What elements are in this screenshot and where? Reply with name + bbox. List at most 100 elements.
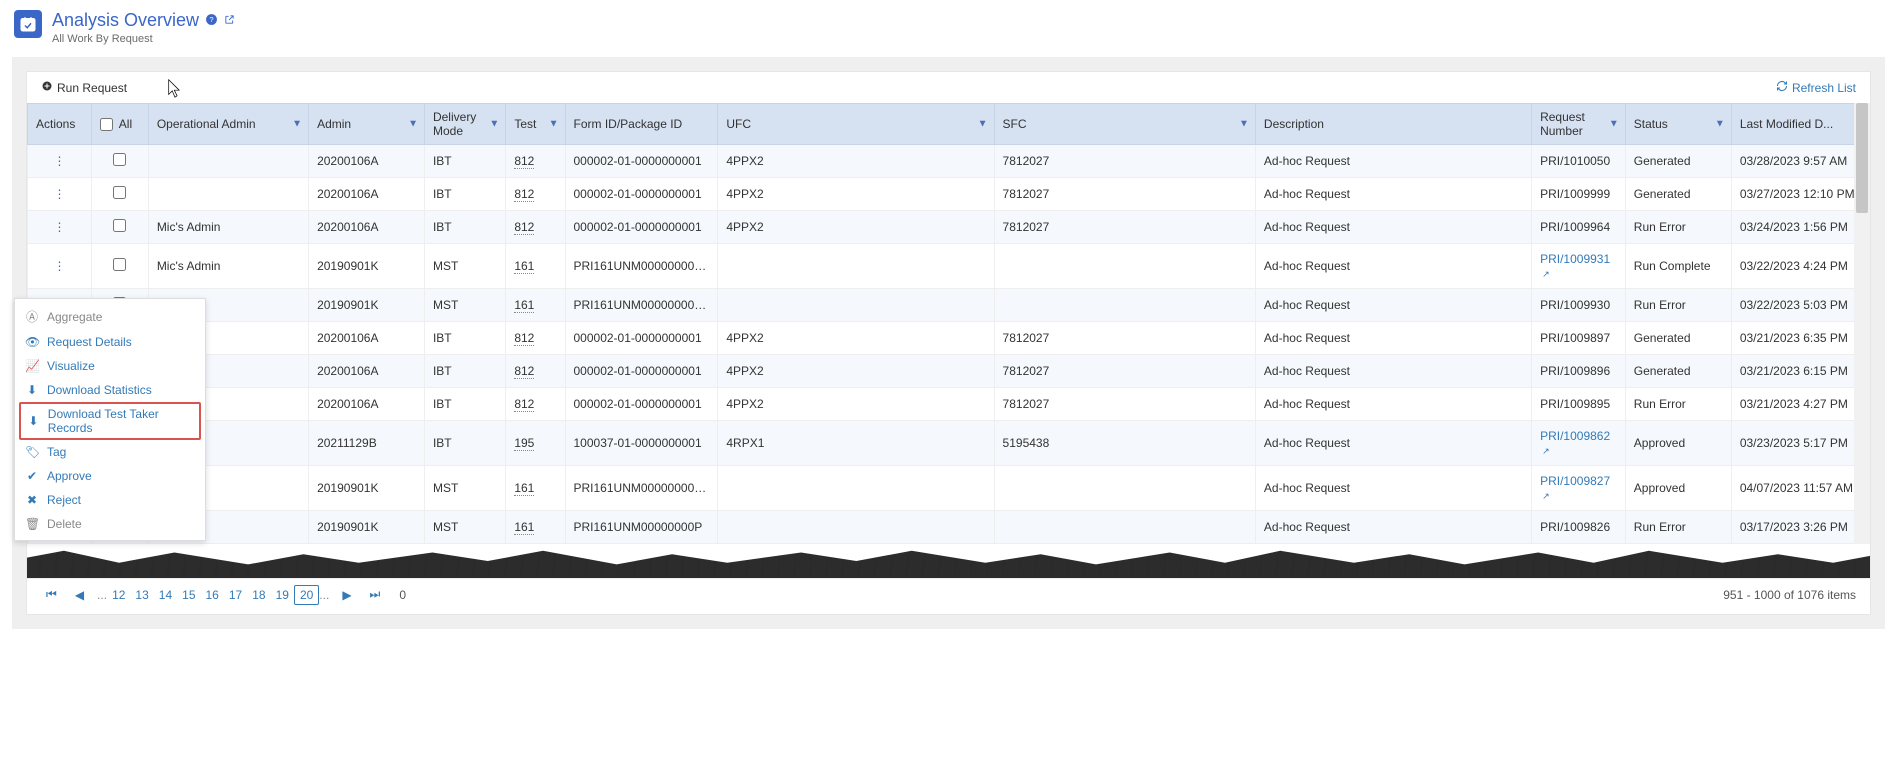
cell-request-number: PRI/1009897	[1532, 322, 1626, 355]
pager-page[interactable]: 16	[201, 586, 224, 604]
col-op-admin[interactable]: Operational Admin▼	[148, 104, 308, 145]
filter-icon[interactable]: ▼	[1609, 119, 1619, 130]
table-row: ⋮Admin20190901KMST161PRI161UNM00000000PK…	[28, 289, 1870, 322]
cell-admin: 20190901K	[309, 511, 425, 544]
content-panel: Run Request Refresh List	[12, 57, 1885, 629]
pager-last[interactable]: ⏭	[365, 585, 386, 604]
page-title: Analysis Overview ?	[52, 10, 235, 31]
col-last-modified[interactable]: Last Modified D...▼	[1731, 104, 1869, 145]
col-delivery[interactable]: Delivery Mode▼	[424, 104, 505, 145]
row-actions-button[interactable]: ⋮	[28, 145, 92, 178]
cell-request-number: PRI/1009931↗	[1532, 244, 1626, 289]
table-row: ⋮Mic's Admin20200106AIBT812000002-01-000…	[28, 211, 1870, 244]
header-row: Actions All Operational Admin▼ Admin▼ De…	[28, 104, 1870, 145]
menu-request-details[interactable]: 👁 Request Details	[15, 330, 205, 354]
row-checkbox-cell	[92, 244, 149, 289]
cell-delivery: MST	[424, 244, 505, 289]
menu-delete[interactable]: 🗑 Delete	[15, 512, 205, 536]
filter-icon[interactable]: ▼	[489, 119, 499, 130]
test-link[interactable]: 812	[514, 187, 534, 202]
pager-page[interactable]: 14	[154, 586, 177, 604]
pager-page[interactable]: 19	[271, 586, 294, 604]
col-form[interactable]: Form ID/Package ID	[565, 104, 718, 145]
test-link[interactable]: 812	[514, 364, 534, 379]
table-row: ⋮20200106AIBT812000002-01-00000000014PPX…	[28, 178, 1870, 211]
menu-download-test-taker-records[interactable]: ⬇ Download Test Taker Records	[19, 402, 201, 440]
request-number-link[interactable]: PRI/1009931↗	[1540, 252, 1610, 280]
cell-desc: Ad-hoc Request	[1255, 211, 1531, 244]
col-all[interactable]: All	[92, 104, 149, 145]
select-all-checkbox[interactable]	[100, 118, 113, 131]
col-request-number[interactable]: Request Number▼	[1532, 104, 1626, 145]
pager-first[interactable]: ⏮	[41, 585, 62, 604]
cell-desc: Ad-hoc Request	[1255, 289, 1531, 322]
test-link[interactable]: 812	[514, 397, 534, 412]
filter-icon[interactable]: ▼	[408, 119, 418, 130]
col-ufc[interactable]: UFC▼	[718, 104, 994, 145]
cell-admin: 20200106A	[309, 322, 425, 355]
row-checkbox[interactable]	[113, 219, 126, 232]
pager-page[interactable]: 20	[294, 585, 319, 605]
test-link[interactable]: 161	[514, 298, 534, 313]
cell-form: 000002-01-0000000001	[565, 355, 718, 388]
test-link[interactable]: 812	[514, 331, 534, 346]
popout-icon[interactable]	[224, 13, 235, 28]
pager-page[interactable]: 13	[130, 586, 153, 604]
cell-admin: 20190901K	[309, 244, 425, 289]
cell-test: 195	[506, 421, 565, 466]
pager-prev[interactable]: ◀	[70, 586, 89, 604]
request-number-link[interactable]: PRI/1009827↗	[1540, 474, 1610, 502]
chart-icon: 📈	[25, 359, 39, 373]
pager-page[interactable]: 12	[107, 586, 130, 604]
row-checkbox[interactable]	[113, 258, 126, 271]
pager-page[interactable]: 15	[177, 586, 200, 604]
col-status[interactable]: Status▼	[1625, 104, 1731, 145]
pager-next[interactable]: ▶	[337, 586, 356, 604]
vertical-scrollbar[interactable]	[1854, 103, 1870, 544]
row-actions-button[interactable]: ⋮	[28, 244, 92, 289]
col-admin[interactable]: Admin▼	[309, 104, 425, 145]
cell-last-modified: 03/22/2023 4:24 PM	[1731, 244, 1869, 289]
table-row: ⋮20200106AIBT812000002-01-00000000014PPX…	[28, 322, 1870, 355]
col-test[interactable]: Test▼	[506, 104, 565, 145]
pager-page[interactable]: 18	[247, 586, 270, 604]
scrollbar-thumb[interactable]	[1856, 103, 1868, 213]
table-row: ⋮20200106AIBT812000002-01-00000000014PPX…	[28, 355, 1870, 388]
test-link[interactable]: 195	[514, 436, 534, 451]
row-checkbox[interactable]	[113, 153, 126, 166]
filter-icon[interactable]: ▼	[1715, 119, 1725, 130]
menu-reject[interactable]: ✖ Reject	[15, 488, 205, 512]
test-link[interactable]: 161	[514, 481, 534, 496]
menu-aggregate[interactable]: Ⓐ Aggregate	[15, 303, 205, 330]
col-description[interactable]: Description	[1255, 104, 1531, 145]
row-checkbox[interactable]	[113, 186, 126, 199]
cell-admin: 20211129B	[309, 421, 425, 466]
test-link[interactable]: 161	[514, 520, 534, 535]
cell-op-admin	[148, 178, 308, 211]
menu-tag[interactable]: 🏷 Tag	[15, 440, 205, 464]
col-actions[interactable]: Actions	[28, 104, 92, 145]
run-request-button[interactable]: Run Request	[41, 80, 127, 95]
row-actions-button[interactable]: ⋮	[28, 211, 92, 244]
x-circle-icon: ✖	[25, 493, 39, 507]
cell-sfc: 7812027	[994, 388, 1255, 421]
menu-download-statistics[interactable]: ⬇ Download Statistics	[15, 378, 205, 402]
filter-icon[interactable]: ▼	[1239, 119, 1249, 130]
menu-approve[interactable]: ✔ Approve	[15, 464, 205, 488]
refresh-list-link[interactable]: Refresh List	[1776, 80, 1856, 95]
test-link[interactable]: 812	[514, 154, 534, 169]
menu-visualize[interactable]: 📈 Visualize	[15, 354, 205, 378]
request-number-link[interactable]: PRI/1009862↗	[1540, 429, 1610, 457]
cell-last-modified: 03/28/2023 9:57 AM	[1731, 145, 1869, 178]
help-icon[interactable]: ?	[205, 13, 218, 29]
cell-test: 161	[506, 511, 565, 544]
pager-page[interactable]: 17	[224, 586, 247, 604]
test-link[interactable]: 161	[514, 259, 534, 274]
row-actions-button[interactable]: ⋮	[28, 178, 92, 211]
external-link-icon: ↗	[1542, 446, 1550, 456]
filter-icon[interactable]: ▼	[978, 119, 988, 130]
test-link[interactable]: 812	[514, 220, 534, 235]
filter-icon[interactable]: ▼	[292, 119, 302, 130]
filter-icon[interactable]: ▼	[549, 119, 559, 130]
col-sfc[interactable]: SFC▼	[994, 104, 1255, 145]
